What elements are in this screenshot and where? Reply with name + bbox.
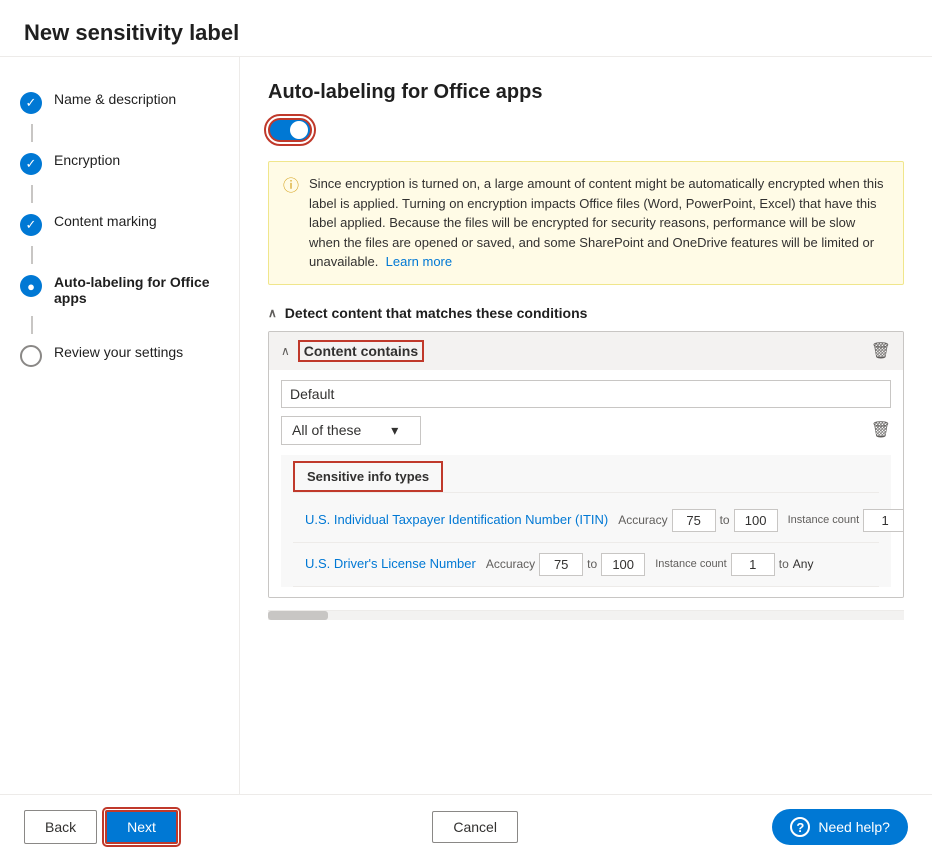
instance-section-0: Instance count to A: [788, 509, 904, 532]
horizontal-scrollbar[interactable]: [268, 610, 904, 620]
cancel-button[interactable]: Cancel: [432, 811, 518, 843]
info-row-0: U.S. Individual Taxpayer Identification …: [293, 499, 879, 543]
sidebar-label-review-settings: Review your settings: [54, 344, 183, 360]
step-icon-name-description: ✓: [20, 92, 42, 114]
step-icon-review-settings: [20, 345, 42, 367]
default-input[interactable]: [281, 380, 891, 408]
sidebar-item-content-marking[interactable]: ✓ Content marking: [0, 203, 239, 246]
info-name-1[interactable]: U.S. Driver's License Number: [305, 555, 476, 573]
sensitive-info-section: U.S. Individual Taxpayer Identification …: [293, 492, 879, 587]
instance-section-1: Instance count to Any: [655, 553, 813, 576]
warning-box: ⓘ Since encryption is turned on, a large…: [268, 161, 904, 285]
all-of-these-delete-icon[interactable]: 🗑: [871, 420, 891, 440]
info-name-0[interactable]: U.S. Individual Taxpayer Identification …: [305, 511, 608, 529]
auto-labeling-toggle[interactable]: [268, 118, 312, 142]
footer-center: Cancel: [432, 811, 518, 843]
instance-label-0: Instance count: [788, 513, 860, 527]
sidebar-label-auto-labeling: Auto-labeling for Office apps: [54, 274, 219, 306]
instance-to-value-1: Any: [793, 557, 814, 571]
sidebar-label-name-description: Name & description: [54, 91, 176, 107]
toggle-container: [268, 118, 904, 145]
content-contains-body: All of these ▾ 🗑 Sensitive info types: [269, 370, 903, 597]
dropdown-chevron-icon: ▾: [391, 422, 398, 439]
next-button[interactable]: Next: [105, 810, 178, 844]
detect-section: ∧ Detect content that matches these cond…: [268, 305, 904, 598]
info-row-1: U.S. Driver's License Number Accuracy to: [293, 543, 879, 587]
sidebar-item-name-description[interactable]: ✓ Name & description: [0, 81, 239, 124]
footer-right: ? Need help?: [772, 809, 908, 845]
new-sensitivity-label-dialog: New sensitivity label ✓ Name & descripti…: [0, 0, 932, 859]
accuracy-to-label-0: to: [720, 513, 730, 527]
accuracy-from-0[interactable]: [672, 509, 716, 532]
scroll-thumb[interactable]: [268, 611, 328, 620]
content-contains-box: ∧ Content contains 🗑 All of these ▾: [268, 331, 904, 598]
toggle-thumb: [290, 121, 308, 139]
accuracy-section-1: Accuracy to: [486, 553, 645, 576]
dialog-footer: Back Next Cancel ? Need help?: [0, 794, 932, 859]
content-contains-header: ∧ Content contains 🗑: [269, 332, 903, 370]
accuracy-to-1[interactable]: [601, 553, 645, 576]
sensitive-info-title: Sensitive info types: [293, 461, 443, 492]
step-connector-1: [31, 124, 33, 142]
sidebar-label-encryption: Encryption: [54, 152, 120, 168]
help-circle-icon: ?: [790, 817, 810, 837]
footer-left-buttons: Back Next: [24, 810, 178, 844]
sensitive-info-header: Sensitive info types: [293, 461, 879, 492]
sidebar-label-content-marking: Content marking: [54, 213, 157, 229]
main-content: Auto-labeling for Office apps ⓘ Since en…: [240, 57, 932, 794]
detect-label: Detect content that matches these condit…: [285, 305, 588, 321]
step-connector-4: [31, 316, 33, 334]
sidebar-item-review-settings[interactable]: Review your settings: [0, 334, 239, 377]
warning-text: Since encryption is turned on, a large a…: [309, 174, 889, 272]
dialog-body: ✓ Name & description ✓ Encryption ✓ Cont…: [0, 57, 932, 794]
instance-to-label-1: to: [779, 557, 789, 571]
toggle-track: [268, 118, 312, 142]
step-connector-3: [31, 246, 33, 264]
accuracy-section-0: Accuracy to: [618, 509, 777, 532]
accuracy-to-label-1: to: [587, 557, 597, 571]
need-help-button[interactable]: ? Need help?: [772, 809, 908, 845]
sidebar-item-encryption[interactable]: ✓ Encryption: [0, 142, 239, 185]
detect-header[interactable]: ∧ Detect content that matches these cond…: [268, 305, 904, 321]
step-icon-auto-labeling: ●: [20, 275, 42, 297]
instance-count-0[interactable]: [863, 509, 904, 532]
all-of-these-row: All of these ▾ 🗑: [281, 416, 891, 445]
all-of-these-dropdown[interactable]: All of these ▾: [281, 416, 421, 445]
sidebar-item-auto-labeling[interactable]: ● Auto-labeling for Office apps: [0, 264, 239, 316]
sensitive-info-wrapper: Sensitive info types U.S. Individual Tax…: [281, 455, 891, 587]
all-of-these-label: All of these: [292, 422, 361, 438]
step-connector-2: [31, 185, 33, 203]
step-icon-content-marking: ✓: [20, 214, 42, 236]
content-contains-delete-icon[interactable]: 🗑: [871, 341, 891, 361]
accuracy-label-1: Accuracy: [486, 557, 535, 571]
instance-count-1[interactable]: [731, 553, 775, 576]
learn-more-link[interactable]: Learn more: [386, 254, 452, 269]
accuracy-label-0: Accuracy: [618, 513, 667, 527]
instance-label-1: Instance count: [655, 557, 727, 571]
info-icon: ⓘ: [283, 175, 299, 272]
content-contains-title: Content contains: [298, 340, 424, 362]
section-title: Auto-labeling for Office apps: [268, 81, 904, 104]
step-icon-encryption: ✓: [20, 153, 42, 175]
back-button[interactable]: Back: [24, 810, 97, 844]
content-contains-chevron-icon[interactable]: ∧: [281, 344, 290, 358]
dialog-title: New sensitivity label: [0, 0, 932, 57]
sidebar: ✓ Name & description ✓ Encryption ✓ Cont…: [0, 57, 240, 794]
accuracy-to-0[interactable]: [734, 509, 778, 532]
accuracy-from-1[interactable]: [539, 553, 583, 576]
chevron-up-icon: ∧: [268, 306, 277, 320]
need-help-label: Need help?: [818, 819, 890, 835]
